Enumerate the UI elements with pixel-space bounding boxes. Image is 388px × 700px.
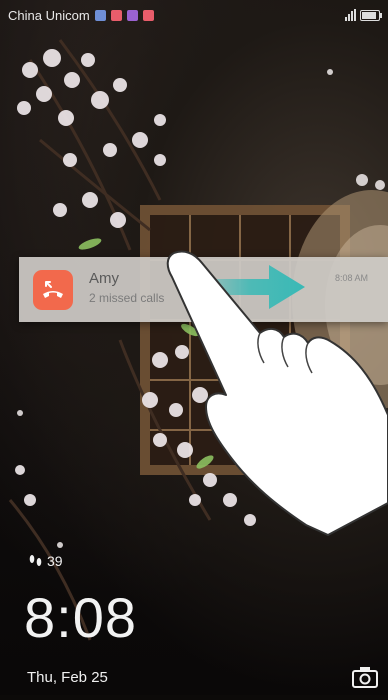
notification-icon	[142, 9, 154, 21]
battery-icon	[360, 9, 382, 21]
step-counter[interactable]: 39	[28, 553, 63, 569]
notification-icon	[110, 9, 122, 21]
hand-swipe-right-icon	[166, 250, 388, 536]
missed-call-icon	[33, 270, 73, 310]
lockscreen-date: Thu, Feb 25	[27, 669, 108, 686]
notification-icon	[126, 9, 138, 21]
notification-title: Amy	[89, 270, 119, 287]
notification-icon	[94, 9, 106, 21]
status-left: China Unicom	[8, 8, 154, 23]
lockscreen-clock: 8:08	[24, 586, 137, 649]
camera-icon[interactable]	[352, 666, 378, 688]
status-bar: China Unicom	[0, 0, 388, 30]
footsteps-icon	[29, 555, 42, 566]
notification-body: 2 missed calls	[89, 291, 165, 305]
carrier-name: China Unicom	[8, 7, 90, 23]
steps-count: 39	[47, 553, 63, 569]
signal-icon	[345, 9, 356, 21]
status-right	[345, 9, 382, 21]
